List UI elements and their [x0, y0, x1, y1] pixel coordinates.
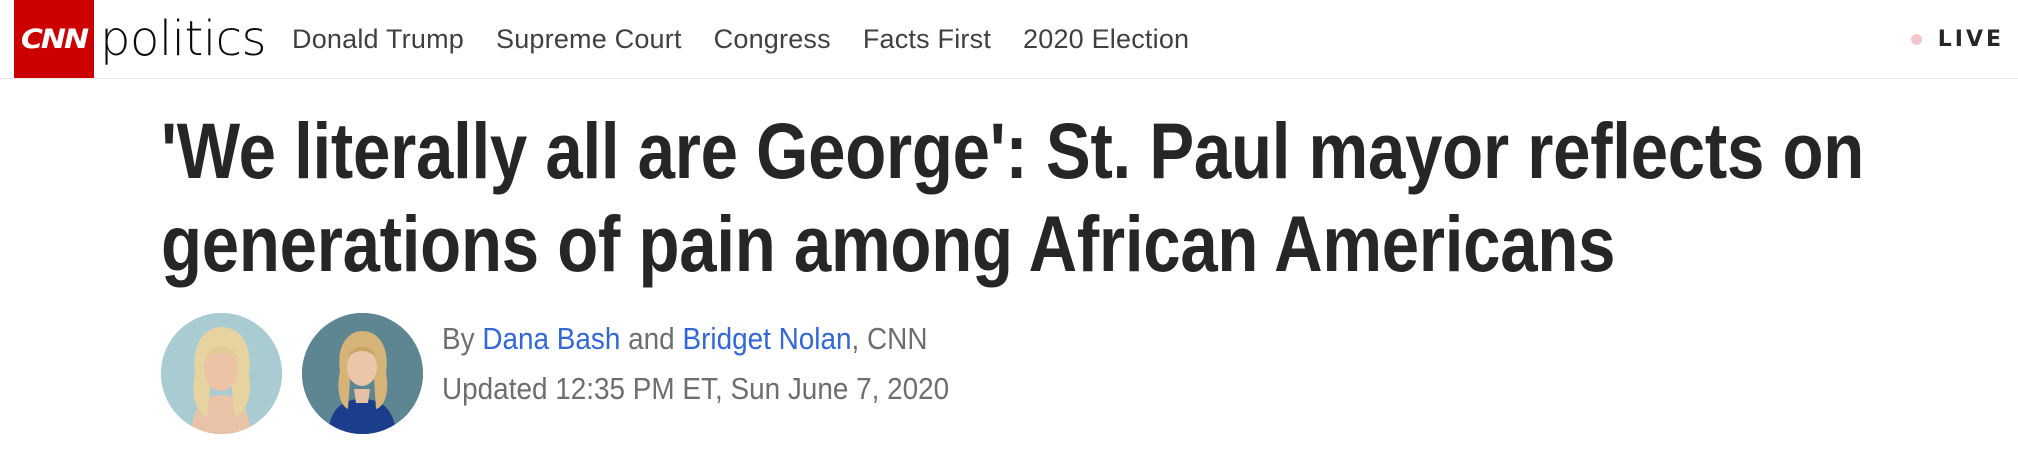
nav-item-congress[interactable]: Congress [714, 24, 831, 55]
nav-item-donald-trump[interactable]: Donald Trump [292, 24, 464, 55]
cnn-logo-text: CNN [20, 23, 89, 55]
section-title[interactable]: politics [100, 7, 267, 71]
author-avatar-dana-bash[interactable] [161, 313, 282, 434]
portrait-icon [161, 313, 282, 434]
article-headline: 'We literally all are George': St. Paul … [161, 104, 2014, 290]
byline-and: and [628, 321, 675, 356]
article-byline: By Dana Bash and Bridget Nolan, CNN [442, 320, 927, 358]
nav-item-supreme-court[interactable]: Supreme Court [496, 24, 682, 55]
live-indicator[interactable]: LIVE [1910, 24, 2004, 54]
headline-line-1: 'We literally all are George': St. Paul … [161, 106, 1865, 195]
nav-item-facts-first[interactable]: Facts First [863, 24, 991, 55]
byline-prefix: By [442, 321, 475, 356]
portrait-icon [302, 313, 423, 434]
cnn-logo[interactable]: CNN [14, 0, 94, 78]
author-link-bridget-nolan[interactable]: Bridget Nolan [682, 321, 851, 356]
live-label: LIVE [1937, 26, 2004, 52]
article-timestamp: Updated 12:35 PM ET, Sun June 7, 2020 [442, 371, 950, 406]
author-avatar-bridget-nolan[interactable] [302, 313, 423, 434]
top-navigation-bar: CNN politics Donald Trump Supreme Court … [0, 0, 2018, 79]
live-dot-icon [1910, 33, 1922, 45]
author-link-dana-bash[interactable]: Dana Bash [482, 321, 620, 356]
headline-line-2: generations of pain among African Americ… [161, 199, 1616, 288]
nav-item-2020-election[interactable]: 2020 Election [1023, 24, 1189, 55]
section-nav: Donald Trump Supreme Court Congress Fact… [292, 0, 1221, 78]
byline-outlet: , CNN [851, 321, 928, 356]
